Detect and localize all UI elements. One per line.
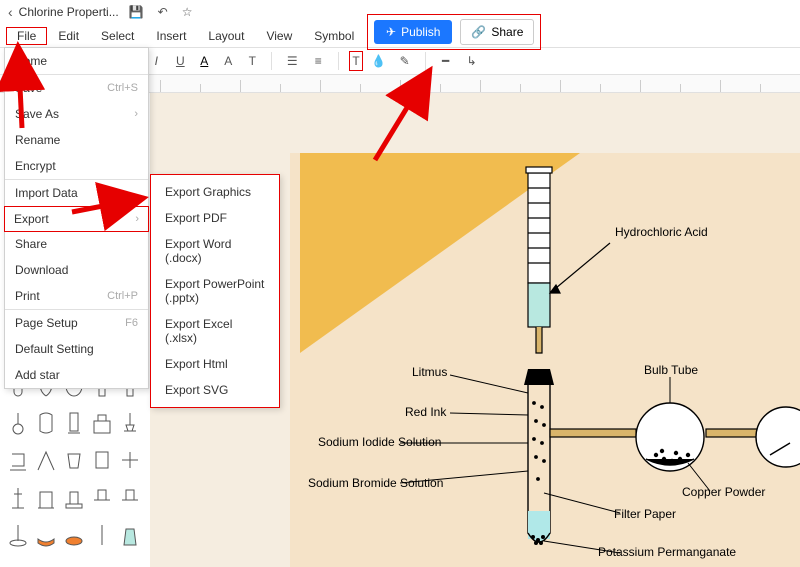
annotation-arrows (0, 0, 800, 567)
